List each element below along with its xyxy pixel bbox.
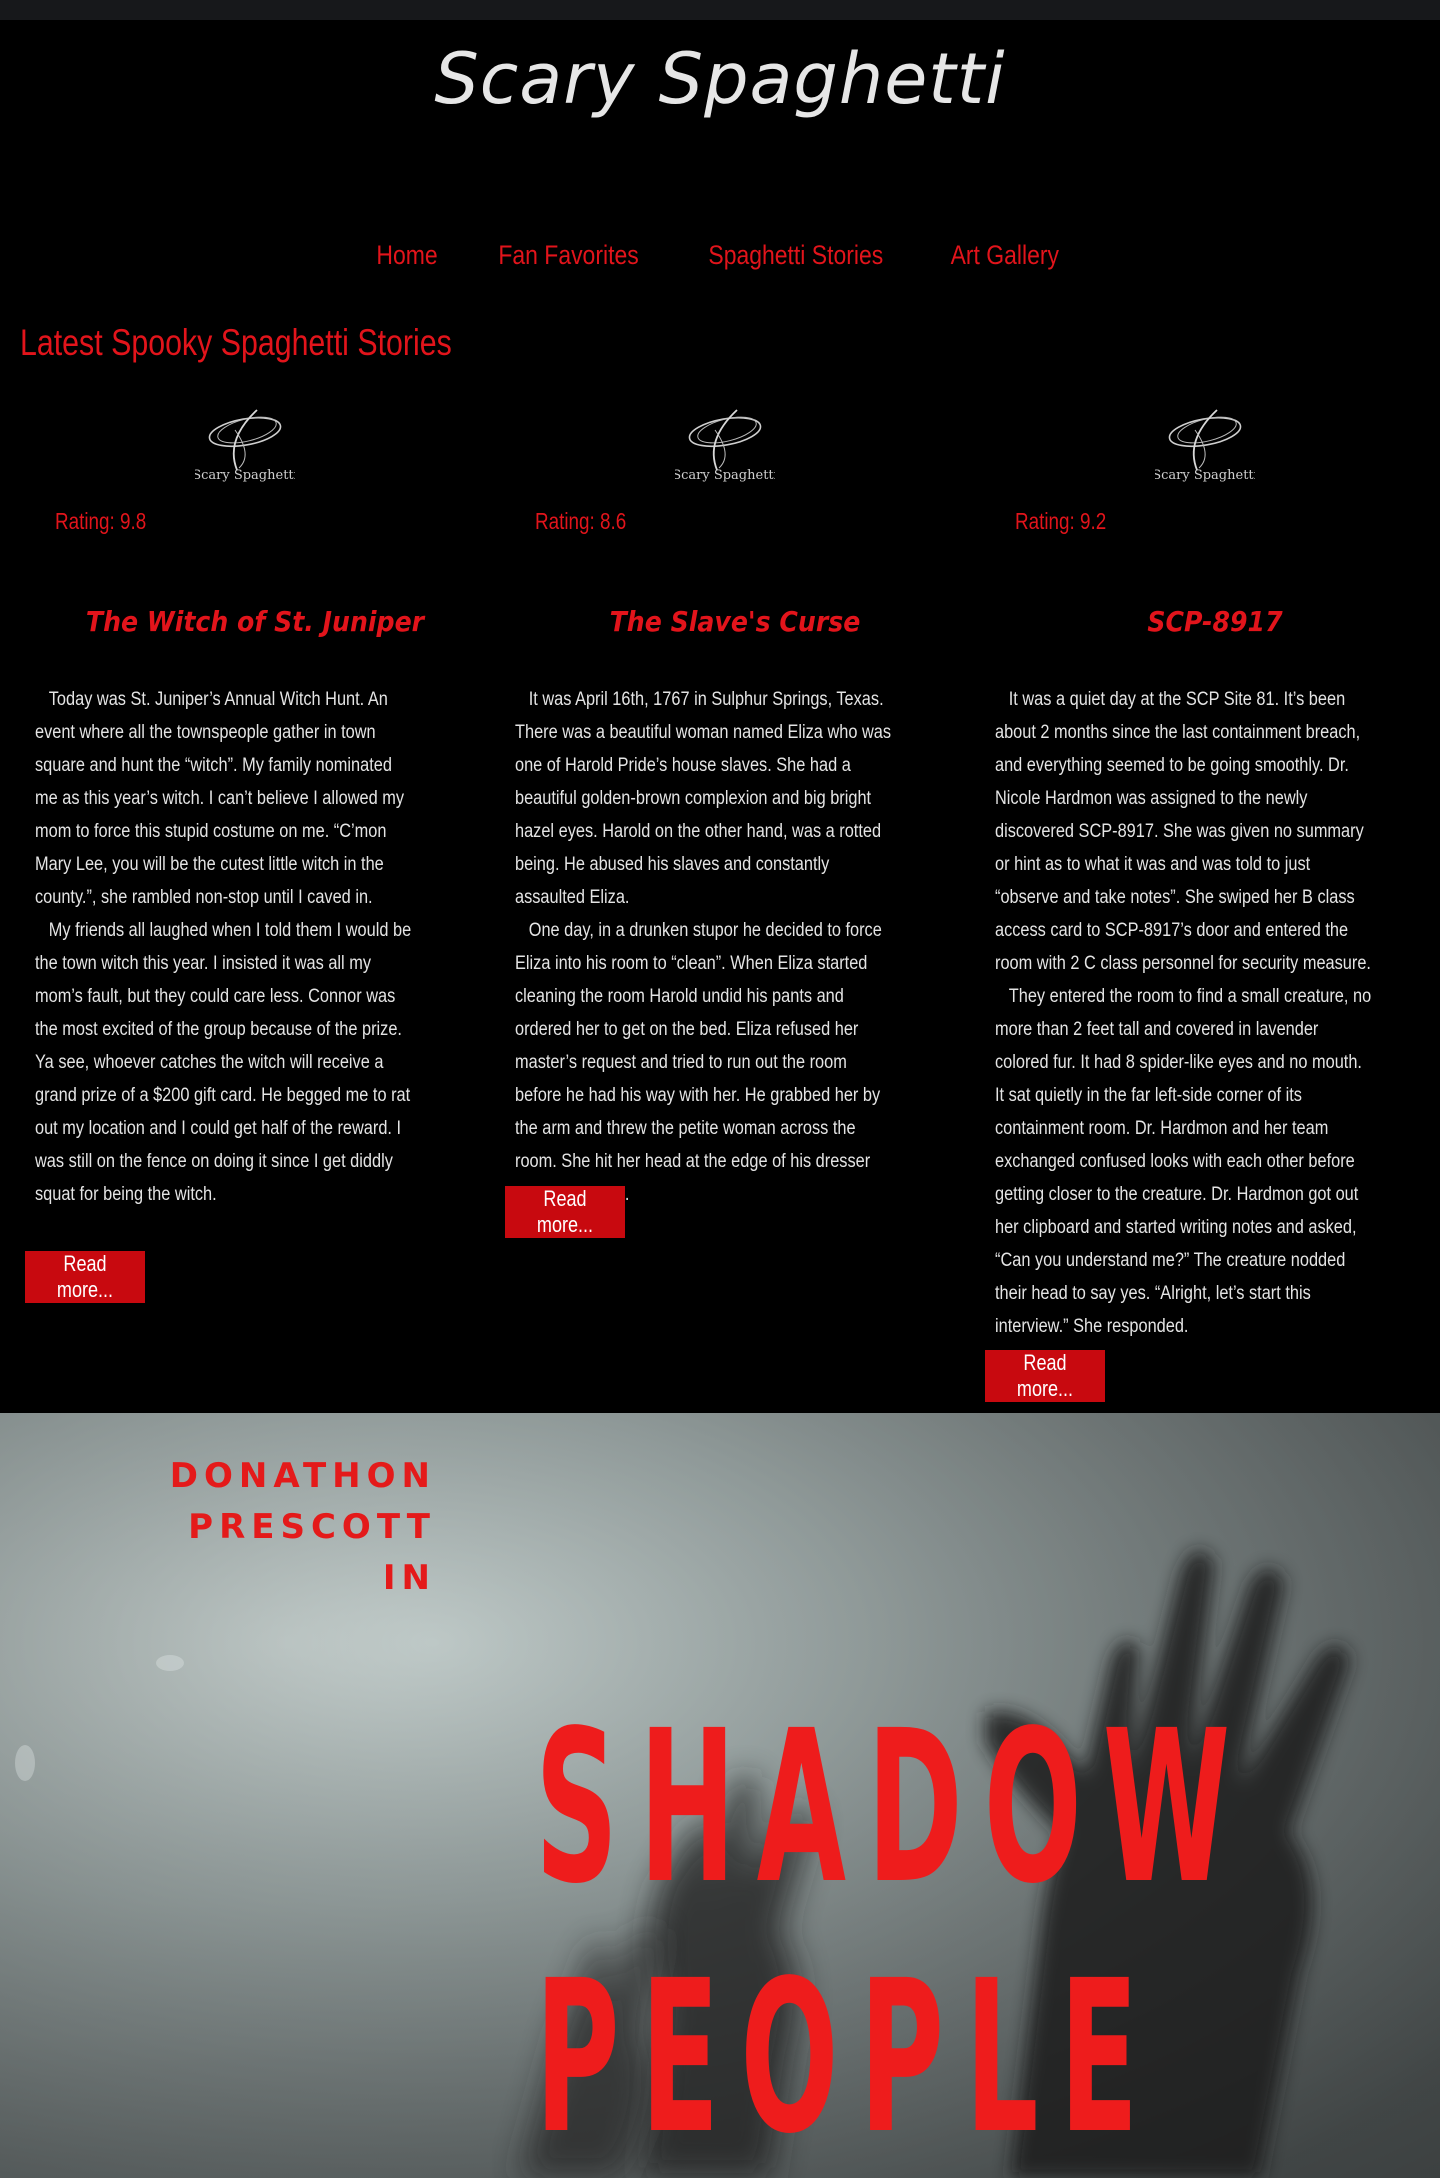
shadow-people-banner: DONATHON PRESCOTT IN SHADOW PEOPLE [0, 1413, 1440, 2178]
story-excerpt: It was a quiet day at the SCP Site 81. I… [995, 683, 1373, 1343]
story-paragraph: Today was St. Juniper’s Annual Witch Hun… [35, 689, 405, 908]
scary-spaghetti-logo: Scary Spaghetti [192, 400, 298, 490]
author-line: IN [382, 1558, 436, 1598]
story-title[interactable]: The Witch of St. Juniper [57, 605, 453, 638]
main-nav: Home Fan Favorites Spaghetti Stories Art… [0, 240, 1440, 271]
nav-item-home[interactable]: Home [377, 240, 438, 271]
logo-text: Scary Spaghetti [195, 468, 295, 483]
banner-title: SHADOW PEOPLE [535, 1683, 1252, 2178]
story-title[interactable]: The Slave's Curse [537, 605, 933, 638]
story-paragraph: They entered the room to find a small cr… [995, 986, 1372, 1337]
banner-author: DONATHON PRESCOTT IN [170, 1451, 436, 1604]
read-more-button[interactable]: Read more... [985, 1350, 1105, 1402]
nav-item-art-gallery[interactable]: Art Gallery [951, 240, 1059, 271]
read-more-button[interactable]: Read more... [25, 1251, 145, 1303]
story-paragraph: My friends all laughed when I told them … [35, 920, 412, 1205]
nav-item-fan-favorites[interactable]: Fan Favorites [498, 240, 638, 271]
read-more-button[interactable]: Read more... [505, 1186, 625, 1238]
section-heading: Latest Spooky Spaghetti Stories [20, 322, 452, 363]
title-line: SHADOW [535, 1685, 1252, 1930]
scary-spaghetti-logo: Scary Spaghetti [672, 400, 778, 490]
story-rating: Rating: 9.2 [1015, 508, 1107, 534]
story-rating: Rating: 8.6 [535, 508, 627, 534]
story-paragraph: It was April 16th, 1767 in Sulphur Sprin… [515, 689, 892, 908]
nav-item-spaghetti-stories[interactable]: Spaghetti Stories [709, 240, 884, 271]
story-excerpt: It was April 16th, 1767 in Sulphur Sprin… [515, 683, 893, 1211]
author-line: DONATHON [169, 1456, 436, 1496]
story-rating: Rating: 9.8 [55, 508, 147, 534]
story-paragraph: It was a quiet day at the SCP Site 81. I… [995, 689, 1371, 974]
browser-top-bar [0, 0, 1440, 20]
title-line: PEOPLE [535, 1935, 1160, 2178]
story-title[interactable]: SCP-8917 [1017, 605, 1413, 638]
site-title[interactable]: Scary Spaghetti [0, 38, 1440, 120]
author-line: PRESCOTT [188, 1507, 436, 1547]
logo-text: Scary Spaghetti [1155, 468, 1255, 483]
story-excerpt: Today was St. Juniper’s Annual Witch Hun… [35, 683, 413, 1211]
logo-text: Scary Spaghetti [675, 468, 775, 483]
scary-spaghetti-logo: Scary Spaghetti [1152, 400, 1258, 490]
story-paragraph: One day, in a drunken stupor he decided … [515, 920, 882, 1205]
